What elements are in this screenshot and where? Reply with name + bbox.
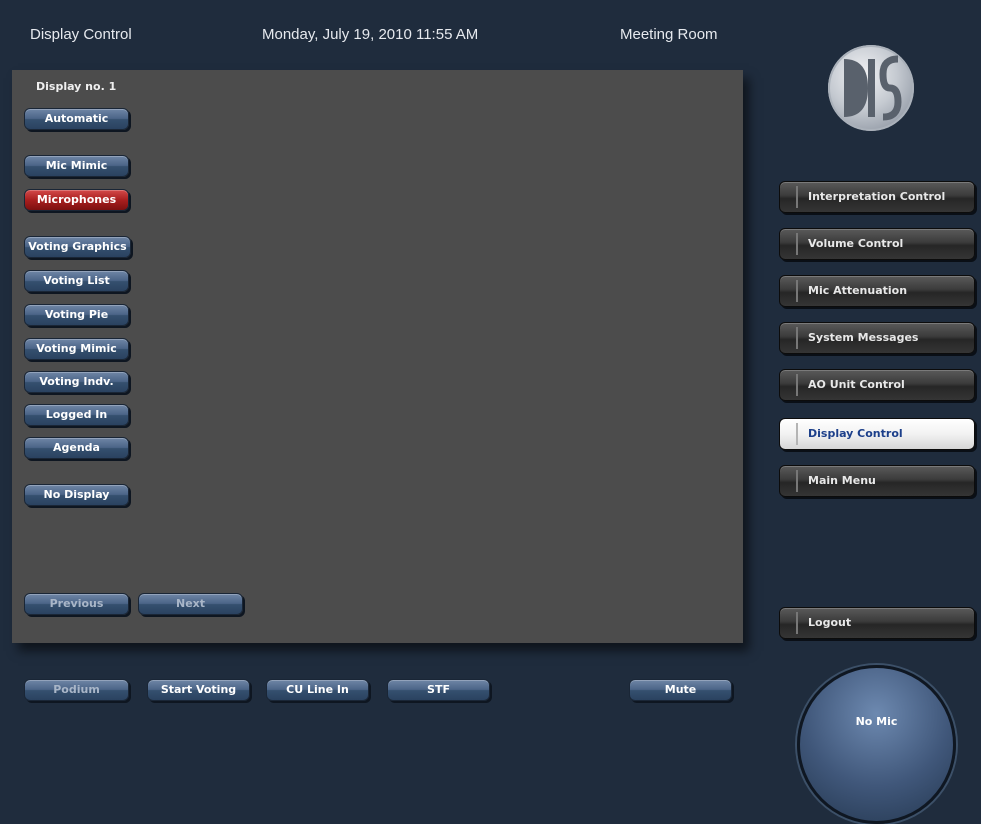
logged-in-button[interactable]: Logged In	[24, 404, 129, 426]
menu-tick	[796, 423, 798, 445]
voting-indv-button[interactable]: Voting Indv.	[24, 371, 129, 393]
automatic-button[interactable]: Automatic	[24, 108, 129, 130]
next-button[interactable]: Next	[138, 593, 243, 615]
menu-label: Display Control	[808, 427, 903, 440]
datetime: Monday, July 19, 2010 11:55 AM	[262, 26, 479, 43]
logout-button[interactable]: Logout	[779, 607, 975, 639]
menu-label: Interpretation Control	[808, 190, 946, 203]
dis-logo-glyph-icon	[844, 55, 902, 121]
menu-system-messages[interactable]: System Messages	[779, 322, 975, 354]
podium-button[interactable]: Podium	[24, 679, 129, 701]
agenda-button[interactable]: Agenda	[24, 437, 129, 459]
room-name: Meeting Room	[620, 26, 718, 43]
mic-mimic-button[interactable]: Mic Mimic	[24, 155, 129, 177]
menu-ao-unit-control[interactable]: AO Unit Control	[779, 369, 975, 401]
menu-tick	[796, 470, 798, 492]
microphones-button[interactable]: Microphones	[24, 189, 129, 211]
no-mic-button[interactable]: No Mic	[797, 665, 956, 824]
menu-tick	[796, 280, 798, 302]
cu-line-in-button[interactable]: CU Line In	[266, 679, 369, 701]
logout-label: Logout	[808, 616, 852, 629]
menu-tick	[796, 374, 798, 396]
voting-mimic-button[interactable]: Voting Mimic	[24, 338, 129, 360]
header: Display Control Monday, July 19, 2010 11…	[0, 0, 760, 70]
menu-tick	[796, 233, 798, 255]
previous-button[interactable]: Previous	[24, 593, 129, 615]
voting-graphics-button[interactable]: Voting Graphics	[24, 236, 131, 258]
no-display-button[interactable]: No Display	[24, 484, 129, 506]
menu-display-control[interactable]: Display Control	[779, 418, 975, 450]
menu-mic-attenuation[interactable]: Mic Attenuation	[779, 275, 975, 307]
menu-label: AO Unit Control	[808, 378, 905, 391]
menu-label: Volume Control	[808, 237, 904, 250]
voting-list-button[interactable]: Voting List	[24, 270, 129, 292]
page-title: Display Control	[30, 26, 132, 43]
menu-tick	[796, 612, 798, 634]
menu-label: Main Menu	[808, 474, 876, 487]
menu-interpretation-control[interactable]: Interpretation Control	[779, 181, 975, 213]
menu-volume-control[interactable]: Volume Control	[779, 228, 975, 260]
display-number-label: Display no. 1	[36, 80, 117, 93]
menu-label: Mic Attenuation	[808, 284, 908, 297]
start-voting-button[interactable]: Start Voting	[147, 679, 250, 701]
menu-tick	[796, 186, 798, 208]
no-mic-label: No Mic	[855, 715, 898, 728]
menu-tick	[796, 327, 798, 349]
mute-button[interactable]: Mute	[629, 679, 732, 701]
voting-pie-button[interactable]: Voting Pie	[24, 304, 129, 326]
menu-main-menu[interactable]: Main Menu	[779, 465, 975, 497]
dis-logo-icon	[828, 45, 914, 131]
stf-button[interactable]: STF	[387, 679, 490, 701]
menu-label: System Messages	[808, 331, 919, 344]
